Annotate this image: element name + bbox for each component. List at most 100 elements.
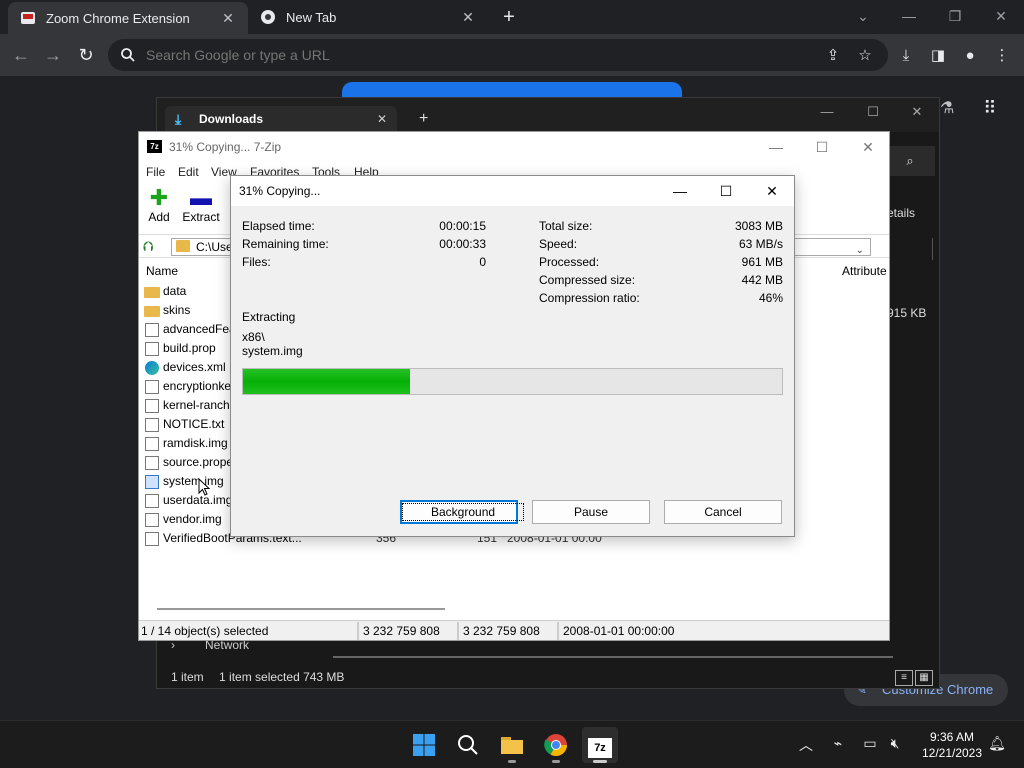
menu-file[interactable]: File [146, 165, 165, 179]
pause-button[interactable]: Pause [532, 500, 650, 524]
explorer-tab-downloads[interactable]: ⤓ Downloads ✕ [165, 106, 397, 132]
extract-button[interactable]: ▬ Extract [181, 186, 221, 225]
system-clock[interactable]: 9:36 AM 12/21/2023 [916, 729, 988, 761]
explorer-maximize-button[interactable]: ☐ [853, 104, 893, 120]
back-arrow-icon[interactable]: ← [10, 44, 32, 66]
status-divider [357, 622, 359, 640]
files-value: 0 [479, 255, 486, 269]
details-view-icon[interactable]: ≡ [895, 670, 913, 686]
labs-flask-icon[interactable]: ⚗ [940, 98, 954, 118]
omnibox[interactable]: ⇪ ☆ [108, 39, 888, 71]
taskbar-7zip[interactable]: 7z [582, 727, 618, 763]
network-disconnected-icon[interactable]: ⌁ [828, 735, 848, 752]
taskbar-chrome[interactable] [538, 727, 574, 763]
sevenzip-app-icon: 7z [588, 738, 612, 758]
running-indicator [552, 760, 560, 763]
cancel-button[interactable]: Cancel [664, 500, 782, 524]
downloads-icon[interactable]: ⤓ [895, 45, 917, 67]
sevenzip-title: 31% Copying... 7-Zip [169, 140, 282, 154]
compressed-size-value: 442 MB [741, 273, 783, 287]
plus-icon: ✚ [149, 185, 169, 210]
copying-dialog: 31% Copying... — ☐ ✕ Elapsed time: 00:00… [230, 175, 795, 537]
omnibox-input[interactable] [146, 47, 806, 63]
explorer-scrollbar[interactable] [333, 656, 893, 658]
processed-label: Processed: [539, 255, 600, 269]
side-panel-icon[interactable]: ◨ [927, 45, 949, 67]
file-name: vendor.img [163, 512, 222, 526]
operation-label: Extracting [242, 310, 296, 324]
search-icon [121, 48, 135, 62]
sevenzip-maximize-button[interactable]: ☐ [799, 132, 845, 162]
speed-value: 63 MB/s [738, 237, 783, 251]
background-button[interactable]: Background [400, 500, 525, 524]
total-size-value: 3083 MB [734, 219, 783, 233]
file-name: source.prope [163, 455, 234, 469]
explorer-details-button[interactable]: etails [887, 206, 915, 220]
explorer-new-tab-button[interactable]: + [419, 110, 428, 128]
windows-taskbar: 7z ︿ ⌁ ▭ 🔇︎ 9:36 AM 12/21/2023 🔔︎ [0, 720, 1024, 768]
sevenzip-logo-icon: 7z [147, 140, 162, 153]
current-file: system.img [242, 344, 303, 358]
speaker-muted-icon[interactable]: 🔇︎ [885, 735, 905, 752]
explorer-close-button[interactable]: ✕ [897, 104, 937, 120]
minimize-button[interactable]: — [886, 4, 932, 28]
path-text: C:\Use [196, 240, 233, 254]
taskbar-file-explorer[interactable] [494, 727, 530, 763]
tab-search-chevron-icon[interactable]: ⌄ [840, 4, 886, 28]
sevenzip-close-button[interactable]: ✕ [845, 132, 891, 162]
selection-modified: 2008-01-01 00:00:00 [563, 624, 675, 638]
close-tab-icon[interactable]: ✕ [377, 106, 387, 132]
tab-title: New Tab [286, 9, 337, 25]
sevenzip-scrollbar[interactable] [157, 608, 445, 610]
tiles-view-icon[interactable]: ▦ [915, 670, 933, 686]
sevenzip-status-bar: 1 / 14 object(s) selected 3 232 759 808 … [139, 620, 889, 640]
progress-fill [243, 369, 411, 394]
new-tab-button[interactable]: + [498, 6, 520, 29]
windows-logo-icon [413, 734, 435, 756]
background-label: Background [402, 503, 525, 521]
restore-button[interactable]: ❐ [932, 4, 978, 28]
taskbar-search-button[interactable] [450, 727, 486, 763]
menu-kebab-icon[interactable]: ⋮ [991, 45, 1013, 67]
total-size-label: Total size: [539, 219, 593, 233]
sevenzip-minimize-button[interactable]: — [753, 132, 799, 162]
file-icon [145, 418, 159, 432]
explorer-minimize-button[interactable]: — [807, 104, 847, 119]
bookmark-star-icon[interactable]: ☆ [856, 47, 874, 65]
notification-bell-icon[interactable]: 🔔︎ [987, 735, 1007, 752]
explorer-search-icon[interactable]: ⌕ [885, 146, 935, 176]
dialog-maximize-button[interactable]: ☐ [703, 176, 749, 206]
add-button[interactable]: ✚ Add [147, 185, 171, 225]
forward-arrow-icon[interactable]: → [42, 44, 64, 66]
start-button[interactable] [406, 727, 442, 763]
reload-icon[interactable]: ↻ [75, 44, 97, 66]
file-icon [145, 494, 159, 508]
menu-edit[interactable]: Edit [178, 165, 199, 179]
image-file-icon [145, 475, 159, 489]
file-name: system.img [163, 474, 224, 488]
tab-title: Zoom Chrome Extension [46, 10, 190, 26]
chrome-tab-zoom[interactable]: Zoom Chrome Extension ✕ [8, 2, 248, 34]
close-window-button[interactable]: ✕ [978, 4, 1024, 28]
column-name[interactable]: Name [146, 264, 178, 278]
current-folder: x86\ [242, 330, 265, 344]
dialog-close-button[interactable]: ✕ [749, 176, 795, 206]
file-name: ramdisk.img [163, 436, 228, 450]
explorer-status-bar: 1 item 1 item selected 743 MB [157, 666, 939, 688]
dialog-minimize-button[interactable]: — [657, 176, 703, 206]
share-icon[interactable]: ⇪ [824, 47, 842, 65]
column-attributes[interactable]: Attribute [842, 264, 887, 278]
profile-icon[interactable]: ● [959, 45, 981, 67]
folder-up-icon[interactable]: ⮉ [143, 238, 161, 256]
chevron-down-icon[interactable]: ⌄ [856, 243, 864, 259]
active-indicator [593, 760, 607, 763]
chrome-tab-newtab[interactable]: New Tab ✕ [248, 0, 488, 34]
file-name: devices.xml [163, 360, 226, 374]
close-tab-icon[interactable]: ✕ [220, 10, 236, 27]
show-hidden-icons-chevron-icon[interactable]: ︿ [796, 735, 816, 755]
add-label: Add [148, 210, 170, 224]
apps-grid-icon[interactable]: ⠿ [980, 98, 1000, 118]
file-icon [145, 437, 159, 451]
display-icon[interactable]: ▭ [860, 735, 880, 752]
close-tab-icon[interactable]: ✕ [460, 9, 476, 26]
